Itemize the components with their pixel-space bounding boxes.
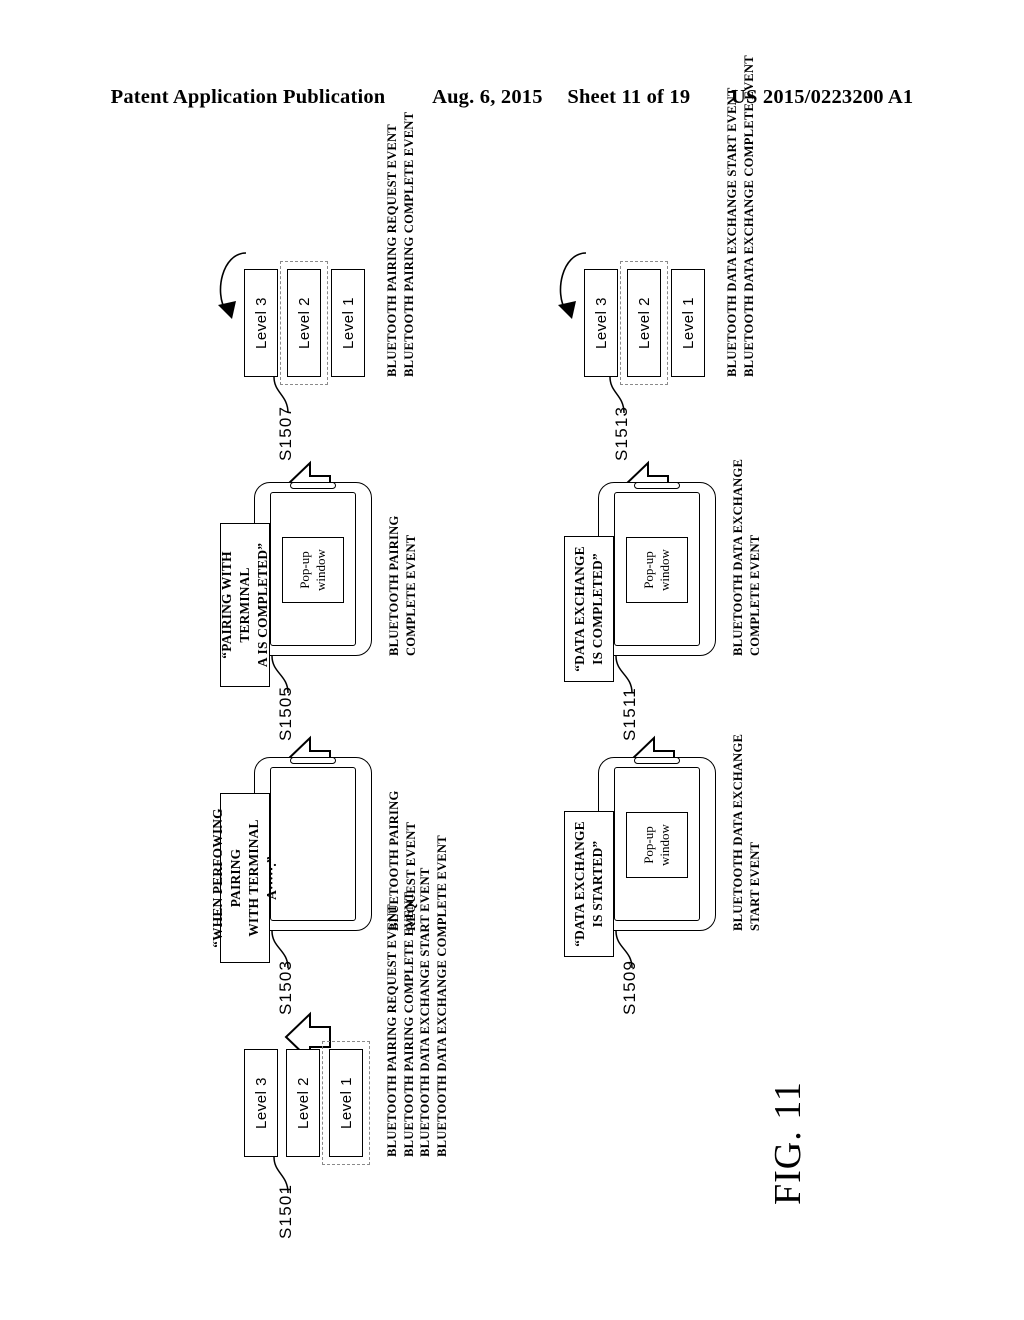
callout-s1505: “PAIRING WITH TERMINAL A IS COMPLETED” — [218, 523, 271, 687]
event-item: BLUETOOTH DATA EXCHANGE START EVENT — [725, 87, 739, 377]
callout-line1: “WHEN PERFOWING PAIRING — [209, 808, 243, 948]
callout-line2: IS STARTED” — [590, 840, 605, 928]
figure-caption: FIG. 11 — [767, 1081, 809, 1205]
publication-title: Patent Application Publication — [110, 86, 386, 108]
level3-box-s1513: Level 3 — [584, 269, 618, 377]
callout-line2: IS COMPLETED” — [590, 553, 605, 665]
callout-line2: A IS COMPLETED” — [255, 542, 271, 668]
event-list-s1513: BLUETOOTH DATA EXCHANGE START EVENT BLUE… — [724, 55, 757, 377]
callout-line2: WITH TERMINAL A·····.” — [246, 819, 280, 937]
publication-date: Aug. 6, 2015 — [432, 86, 543, 108]
callout-s1509: “DATA EXCHANGE IS STARTED” — [564, 811, 614, 957]
callout-line1: “PAIRING WITH TERMINAL — [218, 551, 252, 659]
sheet-number: Sheet 11 of 19 — [567, 86, 691, 108]
callout-line1: “DATA EXCHANGE — [571, 546, 587, 672]
patent-number: US 2015/0223200 A1 — [730, 86, 914, 108]
callout-line1: “DATA EXCHANGE — [571, 821, 587, 947]
callout-s1503: “WHEN PERFOWING PAIRING WITH TERMINAL A·… — [210, 793, 279, 963]
event-item: BLUETOOTH DATA EXCHANGE COMPLETE EVENT — [741, 55, 756, 377]
level1-box-s1513: Level 1 — [671, 269, 705, 377]
level2-box-s1513: Level 2 — [627, 269, 661, 377]
figure-drawing: S1501 Level 3 Level 2 Level 1 BLUETOOTH … — [162, 55, 862, 1253]
step-tag-s1513: S1513 — [612, 405, 631, 461]
callout-s1511: “DATA EXCHANGE IS COMPLETED” — [564, 536, 614, 682]
patent-header: Patent Application Publication Aug. 6, 2… — [0, 86, 1024, 109]
step-s1513: S1513 Level 3 Level 2 Level 1 BLUETOOTH … — [162, 55, 862, 1253]
